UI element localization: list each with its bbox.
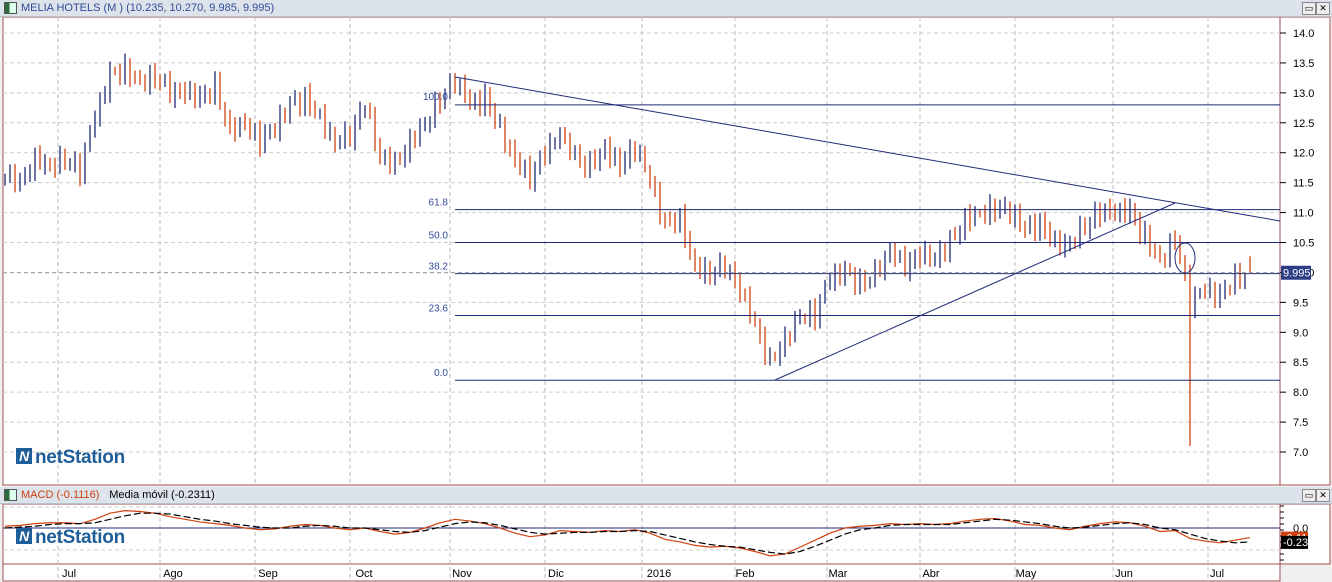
- chart-title-bar: MELIA HOTELS (M ) (10.235, 10.270, 9.985…: [0, 0, 1332, 17]
- y-tick-label: 9.5: [1293, 297, 1308, 309]
- x-tick-label: 2016: [647, 568, 671, 580]
- x-tick-label: Mar: [829, 568, 848, 580]
- netstation-logo-macd: NnetStation: [16, 527, 125, 549]
- y-tick-label: 12.0: [1293, 148, 1314, 160]
- macd-window-icon: [4, 489, 17, 502]
- x-tick-label: Nov: [452, 568, 472, 580]
- x-tick-label: Jun: [1115, 568, 1133, 580]
- signal-value: Media móvil (-0.2311): [109, 489, 215, 501]
- macd-chart[interactable]: 0.0-0.11-0.23JulAgoSepOctNovDic2016FebMa…: [0, 504, 1332, 582]
- price-tag-label: 9.995: [1283, 268, 1311, 280]
- y-tick-label: 7.0: [1293, 447, 1308, 459]
- macd-value: MACD (-0.1116): [21, 489, 100, 501]
- y-tick-label: 13.5: [1293, 58, 1314, 70]
- fib-label: 38.2: [429, 262, 449, 273]
- x-tick-label: Ago: [163, 568, 183, 580]
- y-tick-label: 13.0: [1293, 88, 1314, 100]
- fib-label: 100.0: [423, 92, 448, 103]
- y-tick-label: 11.0: [1293, 208, 1314, 220]
- y-tick-label: 12.5: [1293, 118, 1314, 130]
- separator: -: [99, 489, 110, 501]
- fib-label: 61.8: [429, 198, 449, 209]
- chart-window-icon: [4, 2, 17, 15]
- x-tick-label: Abr: [922, 568, 939, 580]
- y-tick-label: 7.5: [1293, 417, 1308, 429]
- x-tick-label: Dic: [548, 568, 564, 580]
- netstation-logo: NnetStation: [16, 447, 125, 469]
- restore-button[interactable]: ▭: [1302, 2, 1316, 15]
- macd-restore-button[interactable]: ▭: [1302, 489, 1316, 502]
- y-tick-label: 11.5: [1293, 178, 1314, 190]
- x-tick-label: Sep: [258, 568, 278, 580]
- x-tick-label: Jul: [1210, 568, 1224, 580]
- y-tick-label: 8.0: [1293, 387, 1308, 399]
- macd-title-bar: MACD (-0.1116) - Media móvil (-0.2311) ▭…: [0, 487, 1332, 504]
- close-button[interactable]: ✕: [1316, 2, 1330, 15]
- fib-label: 23.6: [429, 304, 449, 315]
- chart-title: MELIA HOTELS (M ) (10.235, 10.270, 9.985…: [21, 2, 275, 14]
- fib-label: 50.0: [429, 231, 449, 242]
- x-tick-label: Feb: [736, 568, 755, 580]
- x-tick-label: Jul: [62, 568, 76, 580]
- price-chart[interactable]: 14.013.513.012.512.011.511.010.510.09.59…: [0, 17, 1332, 487]
- signal-tag-label: -0.23: [1283, 537, 1308, 549]
- macd-close-button[interactable]: ✕: [1316, 489, 1330, 502]
- y-tick-label: 8.5: [1293, 357, 1308, 369]
- fib-label: 0.0: [434, 368, 448, 379]
- y-tick-label: 9.0: [1293, 327, 1308, 339]
- x-tick-label: Oct: [355, 568, 372, 580]
- x-tick-label: May: [1016, 568, 1037, 580]
- time-axis-area: [2, 563, 1281, 582]
- y-tick-label: 14.0: [1293, 28, 1314, 40]
- y-tick-label: 10.5: [1293, 238, 1314, 250]
